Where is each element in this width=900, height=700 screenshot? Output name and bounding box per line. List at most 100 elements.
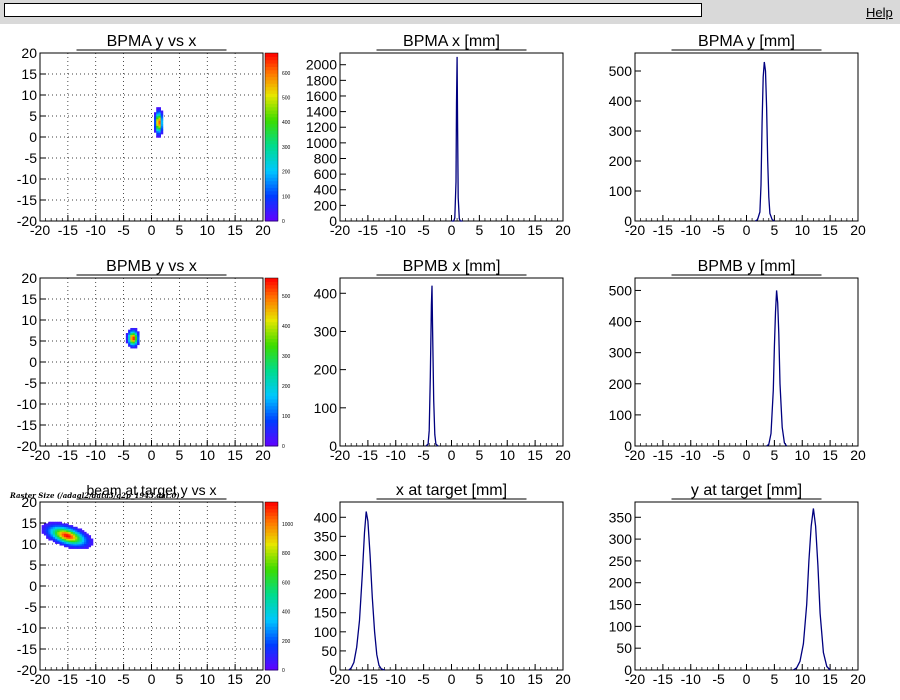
x-tick-label: 10 <box>499 222 515 238</box>
x-tick-label: 5 <box>475 447 483 463</box>
palette-band <box>265 552 278 557</box>
palette-band <box>265 281 278 286</box>
chart-title-text: BPMB y [mm] <box>698 258 796 275</box>
palette-band <box>265 163 278 168</box>
palette-tick-label: 800 <box>282 551 291 557</box>
x-tick-label: 5 <box>175 447 183 463</box>
palette-tick-label: 600 <box>282 71 291 77</box>
y-tick-label: -15 <box>17 417 37 433</box>
palette-band <box>265 542 278 547</box>
x-tick-label: -5 <box>417 671 430 687</box>
y-tick-label: 0 <box>624 438 632 454</box>
palette-band <box>265 575 278 580</box>
y-tick-label: -5 <box>25 599 38 615</box>
palette-band <box>265 100 278 104</box>
palette-band <box>265 382 278 387</box>
chart-panel-2: BPMA x [mm]-20 -15 -10 -5 0 5 10 15 202000180016… <box>306 31 571 238</box>
x-tick-label: 20 <box>255 447 271 463</box>
y-tick-label: 20 <box>21 45 37 61</box>
heatmap-cell <box>130 327 133 330</box>
heatmap-cell <box>52 521 56 524</box>
y-tick-label: 150 <box>314 605 338 621</box>
palette-tick-label: 200 <box>282 639 291 645</box>
chart-panel-8: x at target [mm]-20 -15 -10 -5 0 5 10 15 2040035… <box>314 480 571 687</box>
palette-tick-label: 600 <box>282 580 291 586</box>
palette-band <box>265 502 278 506</box>
plot-frame <box>339 277 564 447</box>
heatmap-cell <box>81 530 85 533</box>
palette-band <box>265 616 278 621</box>
y-tick-label: 1800 <box>306 72 337 88</box>
palette-band <box>265 365 278 370</box>
y-tick-label: -5 <box>25 150 38 166</box>
chart-title: BPMB x [mm] <box>376 256 527 276</box>
chart-title-text: y at target [mm] <box>691 482 802 499</box>
y-tick-label: 100 <box>314 400 338 416</box>
x-tick-label: 15 <box>822 222 838 238</box>
palette-band <box>265 609 278 614</box>
palette-band <box>265 93 278 98</box>
palette-band <box>265 301 278 306</box>
x-tick-label: 10 <box>199 222 215 238</box>
x-tick-label: -15 <box>58 671 78 687</box>
palette-band <box>265 140 278 145</box>
palette-band <box>265 190 278 195</box>
help-menu[interactable]: Help <box>866 5 893 20</box>
heatmap-cell <box>41 525 45 528</box>
plot-canvas[interactable]: BPMA y vs x -20 -15 -10 -5 0 5 10 15 20 20 15 10 5 0 -5… <box>0 24 900 700</box>
x-tick-label: -10 <box>386 671 406 687</box>
palette-band <box>265 579 278 584</box>
y-tick-label: 0 <box>624 213 632 229</box>
heatmap-cell <box>77 528 80 531</box>
heatmap-cell <box>79 528 83 531</box>
chart-panel-3: BPMA y [mm]-20 -15 -10 -5 0 5 10 15 205004003002… <box>609 31 866 238</box>
palette-band <box>265 646 278 651</box>
palette-band <box>265 378 278 383</box>
x-tick-label: -5 <box>417 447 430 463</box>
palette-band <box>265 200 278 205</box>
x-tick-label: -10 <box>681 447 701 463</box>
x-tick-label: -15 <box>358 222 378 238</box>
y-tick-label: 200 <box>314 586 338 602</box>
y-tick-label: -20 <box>17 438 37 454</box>
palette-band <box>265 180 278 185</box>
x-tick-label: -15 <box>58 222 78 238</box>
y-tick-label: 400 <box>314 509 338 525</box>
palette-band <box>265 528 278 533</box>
x-tick-label: 20 <box>255 671 271 687</box>
palette-band <box>265 120 278 125</box>
y-tick-label: 350 <box>314 528 338 544</box>
palette-band <box>265 214 278 219</box>
palette-band <box>265 439 278 444</box>
chart-panel-6: BPMB y [mm]-20 -15 -10 -5 0 5 10 15 205004003002… <box>609 256 866 463</box>
palette-band <box>265 582 278 587</box>
x-tick-label: 5 <box>175 671 183 687</box>
heatmap-cell <box>75 526 78 529</box>
palette-band <box>265 294 278 299</box>
palette-band <box>265 167 278 172</box>
x-tick-label: 10 <box>499 671 515 687</box>
palette-tick-label: 500 <box>282 294 291 300</box>
palette-band <box>265 362 278 366</box>
palette-band <box>265 402 278 407</box>
palette-band <box>265 345 278 350</box>
x-tick-label: -15 <box>653 447 673 463</box>
palette-band <box>265 113 278 118</box>
palette-band <box>265 63 278 67</box>
palette-band <box>265 194 278 198</box>
palette-band <box>265 126 278 131</box>
palette-band <box>265 639 278 644</box>
palette-band <box>265 83 278 88</box>
palette-band <box>265 545 278 550</box>
heatmap-cell <box>59 521 63 524</box>
command-field[interactable] <box>4 3 702 17</box>
palette-tick-label: 0 <box>282 668 285 674</box>
y-tick-label: 400 <box>314 285 338 301</box>
palette-band <box>265 170 278 175</box>
palette-tick-label: 200 <box>282 384 291 390</box>
palette-band <box>265 210 278 215</box>
palette-band <box>265 321 278 326</box>
x-tick-label: 5 <box>475 222 483 238</box>
y-tick-label: -5 <box>25 375 38 391</box>
y-tick-label: 0 <box>329 213 337 229</box>
